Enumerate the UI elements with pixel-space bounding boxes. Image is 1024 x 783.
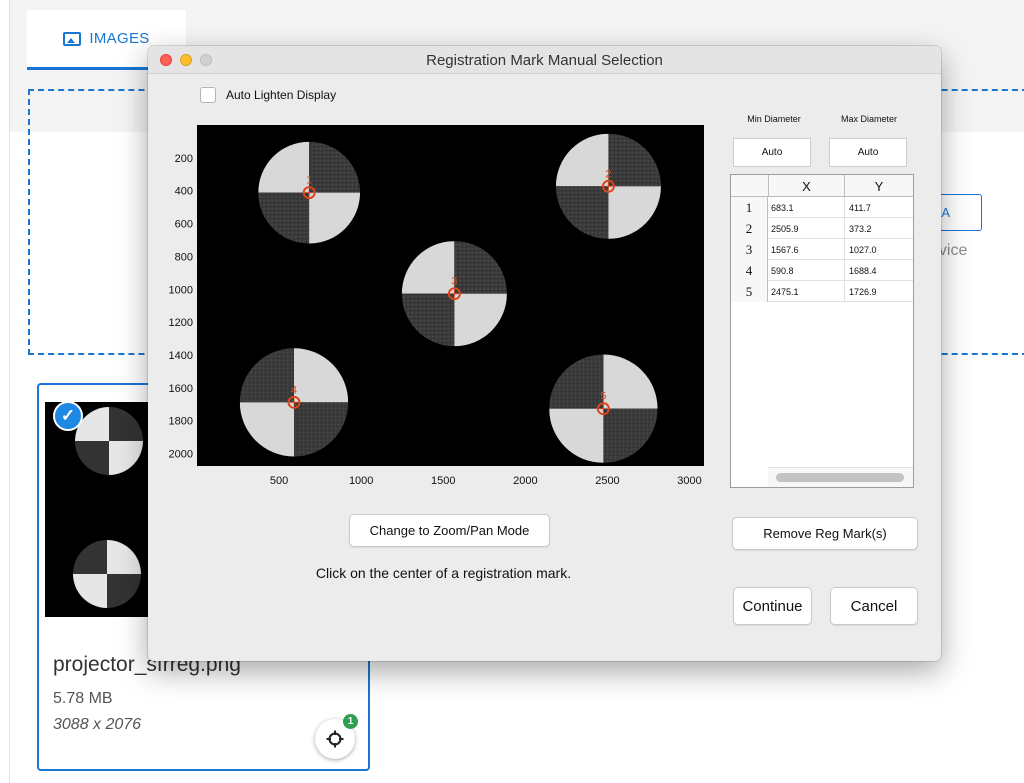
y-tick-label: 1400 [169,350,193,362]
y-tick-label: 600 [175,219,193,231]
x-tick-label: 500 [270,475,288,487]
auto-lighten-toggle[interactable]: Auto Lighten Display [200,87,336,103]
y-tick-label: 1200 [169,317,193,329]
tab-images-label: IMAGES [89,30,150,47]
mark-label-3: 3 [451,276,457,288]
mark-label-5: 5 [600,391,606,403]
cell-x[interactable]: 2505.9 [768,218,844,239]
cancel-button[interactable]: Cancel [830,587,918,625]
x-tick-label: 1500 [431,475,455,487]
row-index: 5 [731,281,768,302]
x-tick-label: 1000 [349,475,373,487]
row-index: 1 [731,197,768,218]
mark-label-2: 2 [605,168,611,180]
row-index: 4 [731,260,768,281]
y-tick-label: 200 [175,153,193,165]
y-tick-label: 800 [175,251,193,263]
file-dimensions: 3088 x 2076 [53,716,142,733]
cell-y[interactable]: 1688.4 [844,260,913,281]
cell-y[interactable]: 1726.9 [844,281,913,302]
window-titlebar: Registration Mark Manual Selection [148,46,941,74]
registration-dialog: Registration Mark Manual Selection Auto … [148,46,941,661]
mark-label-1: 1 [306,175,312,187]
scrollbar-thumb[interactable] [776,473,904,482]
cell-y[interactable]: 411.7 [844,197,913,218]
thumb-mark-1 [75,407,143,475]
column-header-y: Y [844,175,913,197]
table-row[interactable]: 2 2505.9 373.2 [731,218,913,239]
min-diameter-label: Min Diameter [747,114,801,124]
min-diameter-field[interactable]: Auto [733,138,811,167]
table-header: X Y [731,175,913,197]
zoom-pan-mode-button[interactable]: Change to Zoom/Pan Mode [349,514,550,547]
cell-x[interactable]: 683.1 [768,197,844,218]
table-row[interactable]: 5 2475.1 1726.9 [731,281,913,302]
cell-x[interactable]: 590.8 [768,260,844,281]
status-message: Click on the center of a registration ma… [315,565,572,581]
image-plot[interactable]: 1 2 3 4 5 500 1000 1500 2000 2500 3000 200 400 600 800… [148,116,718,496]
auto-lighten-checkbox[interactable] [200,87,216,103]
table-row[interactable]: 3 1567.6 1027.0 [731,239,913,260]
max-diameter-field[interactable]: Auto [829,138,907,167]
page-left-edge [0,0,10,783]
max-diameter-label: Max Diameter [840,114,897,124]
crosshair-icon [326,730,344,748]
table-row[interactable]: 4 590.8 1688.4 [731,260,913,281]
image-icon [63,31,82,46]
remove-reg-marks-button[interactable]: Remove Reg Mark(s) [732,517,918,550]
column-header-x: X [768,175,844,197]
cell-x[interactable]: 1567.6 [768,239,844,260]
table-row[interactable]: 1 683.1 411.7 [731,197,913,218]
y-tick-label: 1800 [169,416,193,428]
x-tick-label: 2500 [595,475,619,487]
x-tick-label: 3000 [677,475,701,487]
selected-check-icon[interactable]: ✓ [53,401,83,431]
table-horizontal-scrollbar[interactable] [768,467,913,487]
mark-count-badge: 1 [343,714,358,729]
coordinates-table[interactable]: X Y 1 683.1 411.7 2 2505.9 373.2 3 1567.… [730,174,914,488]
image-thumbnail [45,402,153,617]
y-tick-label: 400 [175,186,193,198]
y-tick-label: 1000 [169,284,193,296]
row-index: 2 [731,218,768,239]
registration-target-button[interactable]: 1 [315,714,358,759]
row-index: 3 [731,239,768,260]
cell-y[interactable]: 373.2 [844,218,913,239]
x-tick-label: 2000 [513,475,537,487]
continue-button[interactable]: Continue [733,587,812,625]
file-size: 5.78 MB [53,690,113,707]
cell-y[interactable]: 1027.0 [844,239,913,260]
auto-lighten-label: Auto Lighten Display [226,88,337,102]
mark-label-4: 4 [291,384,297,396]
y-tick-label: 1600 [169,383,193,395]
window-title: Registration Mark Manual Selection [426,52,663,69]
cell-x[interactable]: 2475.1 [768,281,844,302]
y-tick-label: 2000 [169,449,193,461]
thumb-mark-4 [73,540,141,608]
